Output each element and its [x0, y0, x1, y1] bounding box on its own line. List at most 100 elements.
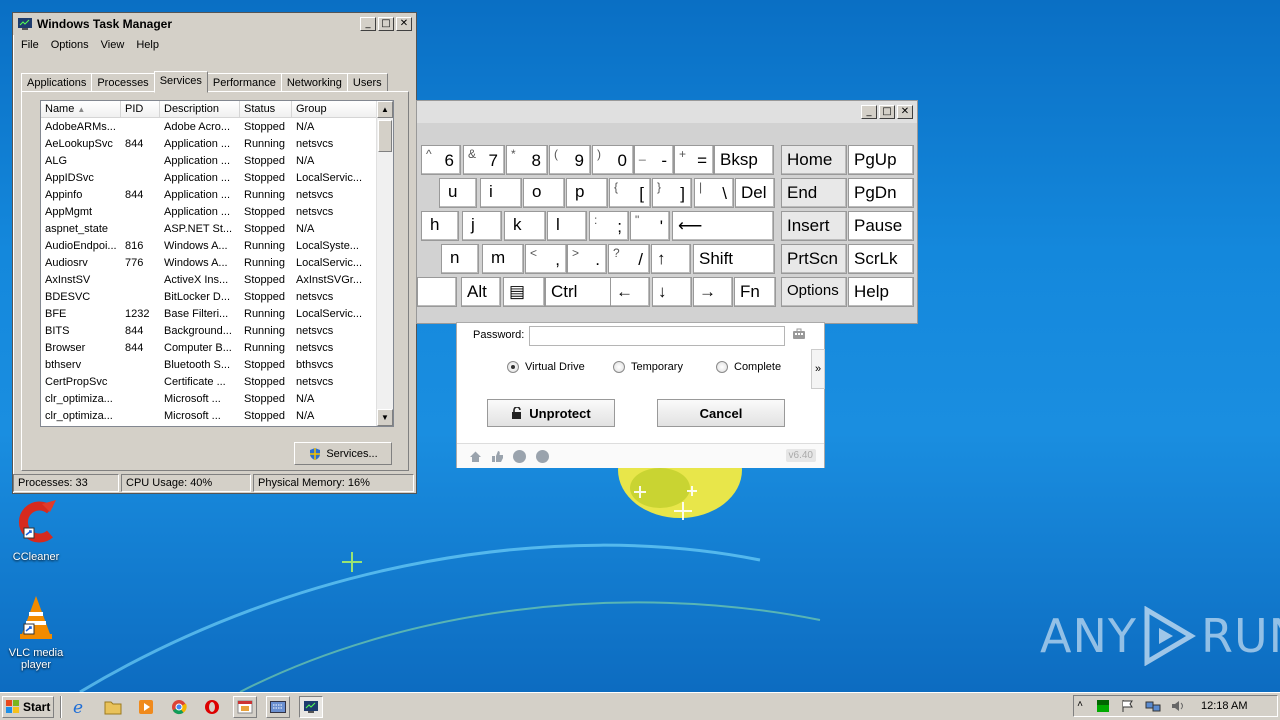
column-pid[interactable]: PID	[121, 101, 160, 117]
keyboard-key[interactable]: Help	[848, 277, 914, 307]
keyboard-key[interactable]: ScrLk	[848, 244, 914, 274]
tab-users[interactable]: Users	[346, 73, 388, 92]
services-list[interactable]: Name ▲ PID Description Status Group Adob…	[40, 100, 394, 427]
menu-help[interactable]: Help	[130, 39, 165, 51]
maximize-button[interactable]: □	[378, 17, 394, 31]
tab-processes[interactable]: Processes	[91, 73, 155, 92]
table-row[interactable]: AxInstSV ActiveX Ins... Stopped AxInstSVGr.…	[41, 271, 393, 288]
tab-networking[interactable]: Networking	[280, 73, 348, 92]
radio-temporary[interactable]: Temporary	[613, 361, 683, 373]
home-icon[interactable]	[469, 450, 482, 463]
maximize-button[interactable]: □	[879, 105, 895, 119]
keyboard-key[interactable]: Home	[781, 145, 847, 175]
table-row[interactable]: BITS 844 Background... Running netsvcs	[41, 322, 393, 339]
keyboard-key[interactable]: ↓	[652, 277, 692, 307]
taskbar-opera[interactable]	[200, 696, 224, 718]
keyboard-key[interactable]: →	[693, 277, 733, 307]
table-row[interactable]: AppMgmt Application ... Stopped netsvcs	[41, 203, 393, 220]
keyboard-key[interactable]: Pause	[848, 211, 914, 241]
keyboard-key[interactable]	[417, 277, 457, 307]
keyboard-key[interactable]: _ -	[634, 145, 674, 175]
column-description[interactable]: Description	[160, 101, 240, 117]
scroll-down-button[interactable]: ▼	[377, 409, 393, 426]
taskbar-app-window[interactable]	[233, 695, 257, 718]
volume-icon[interactable]	[1170, 699, 1186, 713]
taskbar-on-screen-keyboard[interactable]	[266, 695, 290, 718]
clock[interactable]: 12:18 AM	[1201, 700, 1247, 712]
keyboard-key[interactable]: Alt	[461, 277, 501, 307]
taskbar-media-player[interactable]	[134, 696, 158, 718]
menu-options[interactable]: Options	[45, 39, 95, 51]
keyboard-key[interactable]: >.	[567, 244, 607, 274]
keyboard-key[interactable]: Shift	[693, 244, 775, 274]
table-row[interactable]: Appinfo 844 Application ... Running netsvcs	[41, 186, 393, 203]
tab-services[interactable]: Services	[153, 71, 208, 93]
keyboard-key[interactable]: u	[439, 178, 477, 208]
keyboard-key[interactable]: ▤	[503, 277, 545, 307]
keyboard-key[interactable]: End	[781, 178, 847, 208]
password-field[interactable]	[529, 326, 785, 346]
close-button[interactable]: ✕	[897, 105, 913, 119]
table-row[interactable]: Browser 844 Computer B... Running netsvcs	[41, 339, 393, 356]
keyboard-key[interactable]: p	[566, 178, 608, 208]
keyboard-key[interactable]: n	[441, 244, 479, 274]
network-icon[interactable]	[1145, 699, 1161, 713]
table-row[interactable]: clr_optimiza... Microsoft ... Stopped N/A	[41, 390, 393, 407]
table-row[interactable]: clr_optimiza... Microsoft ... Stopped N/A	[41, 407, 393, 424]
column-group[interactable]: Group	[292, 101, 377, 117]
menu-file[interactable]: File	[15, 39, 45, 51]
expand-button[interactable]: »	[811, 349, 825, 389]
keyboard-key[interactable]: PgDn	[848, 178, 914, 208]
keyboard-key[interactable]: m	[482, 244, 524, 274]
keyboard-key[interactable]: i	[480, 178, 522, 208]
task-manager-titlebar[interactable]: Windows Task Manager _ □ ✕	[13, 13, 416, 35]
keyboard-key[interactable]: ↑	[651, 244, 691, 274]
keyboard-key[interactable]: o	[523, 178, 565, 208]
keyboard-key[interactable]: :;	[589, 211, 629, 241]
desktop-icon-ccleaner[interactable]: CCleaner	[1, 498, 71, 563]
keyboard-key[interactable]: Bksp	[714, 145, 774, 175]
keyboard-key[interactable]: ) 0	[592, 145, 634, 175]
minimize-button[interactable]: _	[360, 17, 376, 31]
keyboard-key[interactable]: PrtScn	[781, 244, 847, 274]
table-row[interactable]: CertPropSvc Certificate ... Stopped netsvcs	[41, 373, 393, 390]
radio-virtual-drive[interactable]: Virtual Drive	[507, 361, 585, 373]
help-icon[interactable]	[536, 450, 549, 463]
column-name[interactable]: Name ▲	[41, 101, 121, 117]
keyboard-key[interactable]: (9	[549, 145, 591, 175]
close-button[interactable]: ✕	[396, 17, 412, 31]
table-row[interactable]: BFE 1232 Base Filteri... Running LocalServic…	[41, 305, 393, 322]
keyboard-key[interactable]: }]	[652, 178, 692, 208]
table-row[interactable]: ALG Application ... Stopped N/A	[41, 152, 393, 169]
keyboard-titlebar[interactable]: _ □ ✕	[417, 101, 917, 123]
keyboard-key[interactable]: | \	[694, 178, 734, 208]
action-center-flag-icon[interactable]	[1120, 699, 1136, 713]
cpu-meter-icon[interactable]	[1095, 699, 1111, 713]
show-hidden-icons-chevron-icon[interactable]: ˄	[1074, 699, 1086, 713]
taskbar-task-manager[interactable]	[299, 695, 323, 718]
keyboard-key[interactable]: k	[504, 211, 546, 241]
keyboard-key[interactable]: Ctrl	[545, 277, 613, 307]
table-row[interactable]: AeLookupSvc 844 Application ... Running nets…	[41, 135, 393, 152]
keyboard-key[interactable]: {[	[609, 178, 651, 208]
tab-applications[interactable]: Applications	[21, 73, 93, 92]
keyboard-key[interactable]: + =	[674, 145, 714, 175]
keyboard-key[interactable]: j	[462, 211, 502, 241]
tab-performance[interactable]: Performance	[206, 73, 282, 92]
radio-complete[interactable]: Complete	[716, 361, 781, 373]
taskbar-chrome[interactable]	[167, 696, 191, 718]
column-status[interactable]: Status	[240, 101, 292, 117]
table-row[interactable]: AudioEndpoi... 816 Windows A... Running Loca…	[41, 237, 393, 254]
keyboard-key[interactable]: ? /	[608, 244, 650, 274]
keyboard-key[interactable]: Options	[781, 277, 847, 307]
upgrade-icon[interactable]	[513, 450, 526, 463]
keyboard-key[interactable]: Insert	[781, 211, 847, 241]
keyboard-key[interactable]: l	[547, 211, 587, 241]
keyboard-icon[interactable]	[792, 328, 806, 340]
keyboard-key[interactable]: ←	[610, 277, 650, 307]
table-row[interactable]: bthserv Bluetooth S... Stopped bthsvcs	[41, 356, 393, 373]
taskbar-ie[interactable]: e	[68, 696, 92, 718]
keyboard-key[interactable]: h	[421, 211, 459, 241]
cancel-button[interactable]: Cancel	[657, 399, 785, 427]
keyboard-key[interactable]: ^ 6	[421, 145, 461, 175]
